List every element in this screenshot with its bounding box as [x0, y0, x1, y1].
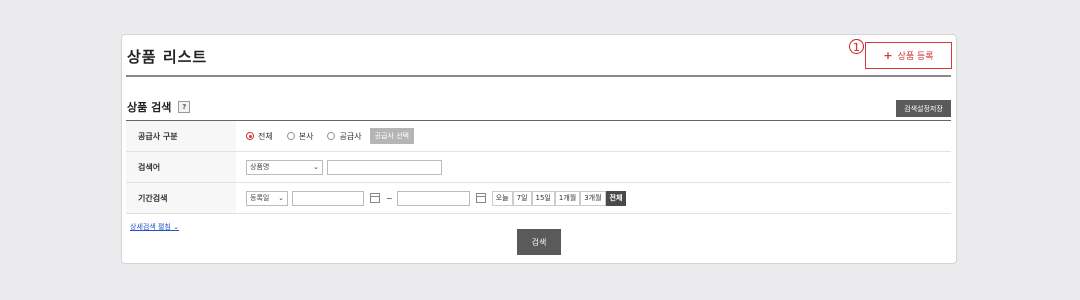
period-row: 기간검색 등록일 ⌄ ~ 오늘 7일 15일 1개월 3개월 전체	[126, 183, 951, 214]
radio-supplier-label: 공급사	[339, 131, 362, 141]
radio-all-control[interactable]	[246, 132, 254, 140]
keyword-label: 검색어	[126, 152, 236, 182]
step-marker: 1	[849, 39, 864, 54]
chevron-down-icon: ⌄	[313, 163, 319, 171]
radio-all-label: 전체	[258, 131, 273, 141]
save-search-settings-button[interactable]: 검색설정저장	[896, 100, 951, 117]
radio-all[interactable]: 전체	[246, 131, 273, 142]
keyword-input[interactable]	[327, 159, 442, 175]
supplier-type-row: 공급사 구분 전체 본사 공급사 공급사 선택	[126, 121, 951, 152]
radio-headquarters-label: 본사	[298, 131, 314, 141]
period-15d-button[interactable]: 15일	[531, 190, 555, 206]
register-product-label: 상품 등록	[897, 52, 934, 62]
date-type-value: 등록일	[250, 194, 270, 202]
radio-headquarters[interactable]: 본사	[286, 131, 314, 142]
date-type-select[interactable]: 등록일 ⌄	[246, 190, 288, 206]
register-product-button[interactable]: + 상품 등록	[865, 42, 952, 69]
start-date-input[interactable]	[292, 190, 364, 206]
page-title: 상품 리스트	[127, 48, 208, 66]
plus-icon: +	[883, 49, 893, 62]
keyword-field-select[interactable]: 상품명 ⌄	[246, 159, 323, 175]
calendar-icon[interactable]	[370, 193, 380, 203]
radio-supplier-control[interactable]	[327, 132, 336, 140]
advanced-search-label: 상세검색 펼침	[130, 223, 171, 231]
title-divider	[126, 75, 951, 77]
help-icon[interactable]: ?	[178, 101, 191, 113]
period-today-button[interactable]: 오늘	[491, 190, 513, 206]
keyword-field-value: 상품명	[250, 163, 270, 171]
keyword-row: 검색어 상품명 ⌄	[126, 152, 951, 183]
search-section-label: 상품 검색	[127, 101, 172, 114]
quick-period-buttons: 오늘 7일 15일 1개월 3개월 전체	[491, 190, 627, 206]
end-date-input[interactable]	[396, 190, 470, 206]
date-range-separator: ~	[386, 193, 393, 203]
period-1m-button[interactable]: 1개월	[554, 190, 581, 206]
product-list-panel: 상품 리스트 1 + 상품 등록 상품 검색 ? 검색설정저장 공급사 구분 전…	[121, 34, 957, 264]
radio-headquarters-control[interactable]	[286, 132, 295, 140]
radio-supplier[interactable]: 공급사	[327, 131, 362, 142]
chevron-down-icon: ⌄	[173, 223, 179, 231]
period-label: 기간검색	[126, 183, 236, 213]
supplier-type-label: 공급사 구분	[126, 121, 236, 151]
chevron-down-icon: ⌄	[278, 194, 284, 202]
period-all-button[interactable]: 전체	[605, 190, 627, 206]
period-3m-button[interactable]: 3개월	[580, 190, 606, 206]
select-supplier-button[interactable]: 공급사 선택	[369, 128, 414, 144]
search-button[interactable]: 검색	[517, 229, 561, 255]
advanced-search-toggle[interactable]: 상세검색 펼침 ⌄	[130, 222, 179, 232]
calendar-icon[interactable]	[475, 193, 486, 203]
search-section-title: 상품 검색 ?	[127, 99, 191, 115]
period-7d-button[interactable]: 7일	[512, 190, 532, 206]
